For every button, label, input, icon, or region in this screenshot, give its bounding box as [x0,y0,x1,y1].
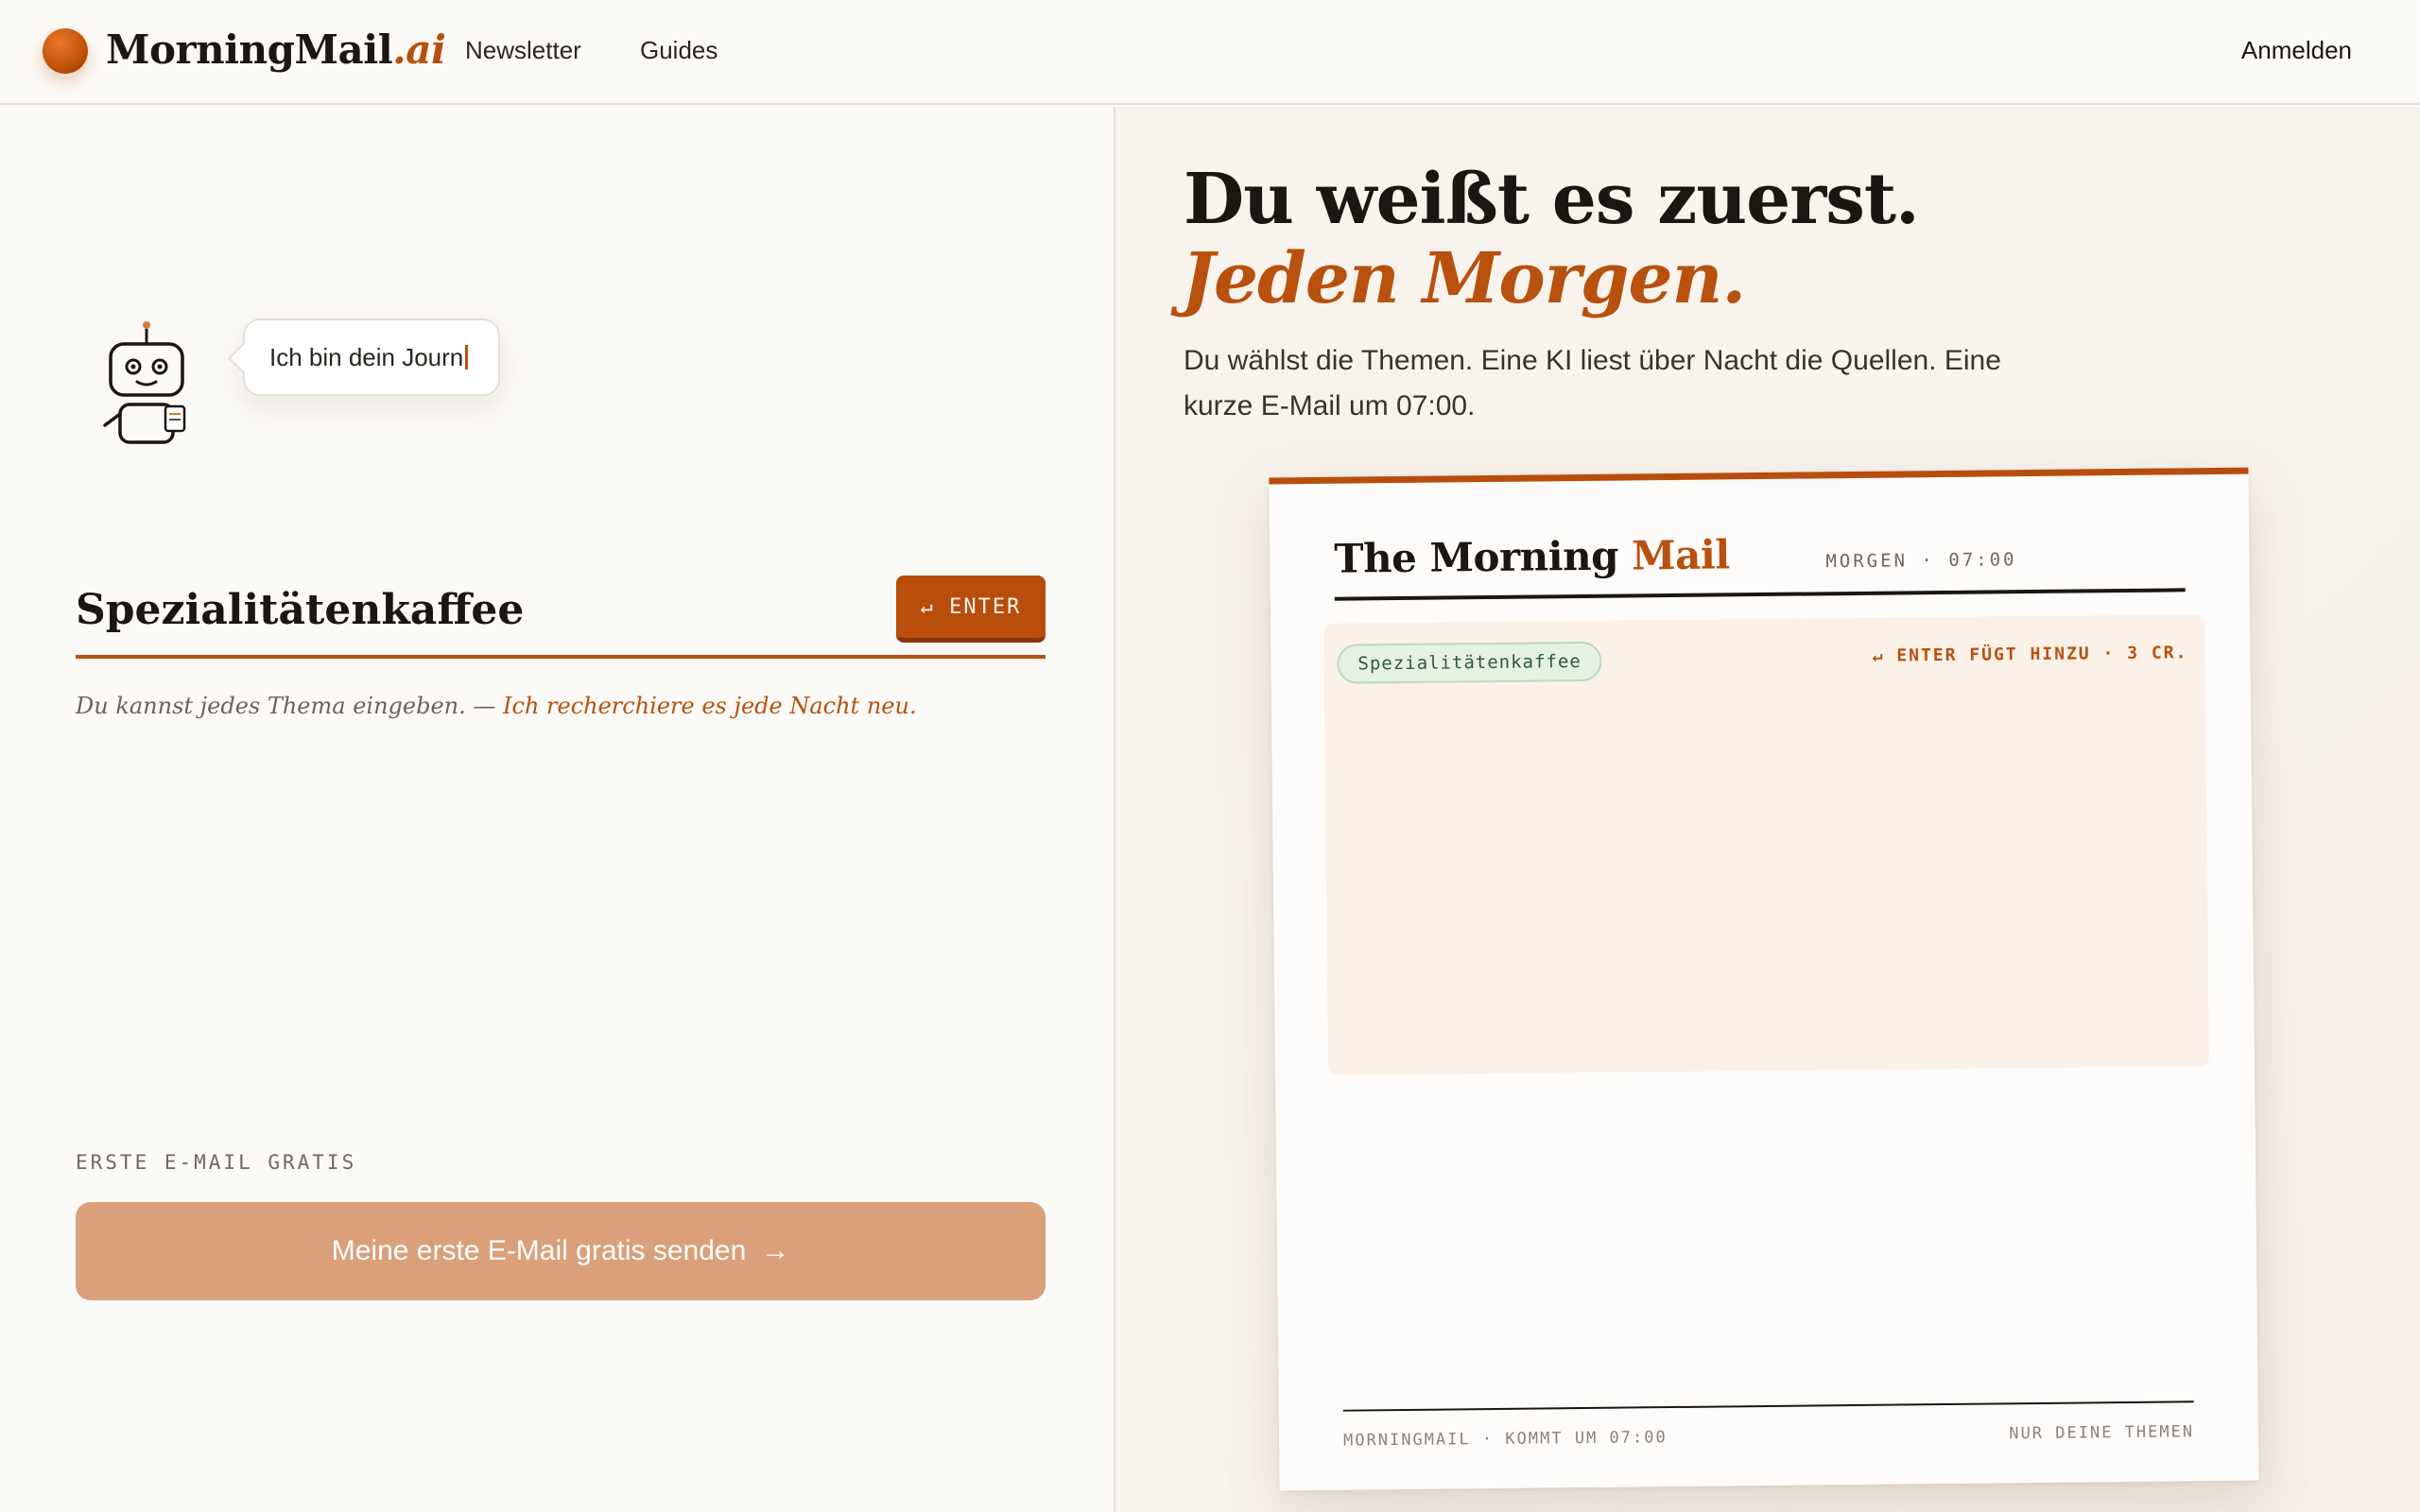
typing-caret [465,345,469,369]
preview-title: The Morning Mail [1334,531,1730,582]
preview-footer-rule [1342,1400,2194,1412]
enter-note: ↵ ENTER FÜGT HINZU · 3 CR. [1872,643,2188,666]
subtext: Du wählst die Themen. Eine KI liest über… [1184,345,2001,421]
arrow-right-icon: → [761,1235,790,1266]
topic-box: Spezialitätenkaffee ↵ ENTER FÜGT HINZU ·… [1323,614,2209,1075]
nav-newsletter[interactable]: Newsletter [465,36,581,65]
preview-rule [1334,588,2186,601]
hint-accent: Ich recherchiere es jede Nacht neu. [503,693,917,719]
free-email-label: ERSTE E-MAIL GRATIS [76,1151,357,1174]
robot-icon [103,321,186,444]
enter-button[interactable]: ↵ ENTER [896,576,1046,643]
logo-ball-icon[interactable] [43,28,88,74]
headline: Du weißt es zuerst. [1184,159,1920,240]
topic-tag[interactable]: Spezialitätenkaffee [1337,641,1603,684]
preview-title-accent: Mail [1631,531,1730,579]
send-first-email-button[interactable]: Meine erste E-Mail gratis senden → [76,1202,1046,1300]
preview-footer-right: NUR DEINE THEMEN [2009,1422,2195,1444]
nav-guides[interactable]: Guides [640,36,717,65]
input-underline [76,655,1046,659]
logo-suffix: .ai [392,26,446,73]
left-panel [0,107,1114,1512]
topic-input[interactable] [76,576,889,643]
speech-bubble: Ich bin dein Journ [243,318,500,396]
newsletter-preview: The Morning Mail MORGEN · 07:00 Speziali… [1269,467,2259,1491]
cta-label: Meine erste E-Mail gratis senden [331,1235,747,1266]
signin-link[interactable]: Anmelden [2241,36,2352,65]
preview-footer-left: MORNINGMAIL · KOMMT UM 07:00 [1342,1428,1668,1451]
logo-main: MorningMail [106,26,393,73]
top-header: MorningMail.ai Newsletter Guides Anmelde… [0,0,2420,105]
logo[interactable]: MorningMail.ai [106,26,446,73]
preview-time: MORGEN · 07:00 [1825,549,2017,573]
headline-accent: Jeden Morgen. [1182,238,1746,319]
bubble-text: Ich bin dein Journ [269,343,469,372]
topic-hint: Du kannst jedes Thema eingeben. — Ich re… [76,693,917,719]
